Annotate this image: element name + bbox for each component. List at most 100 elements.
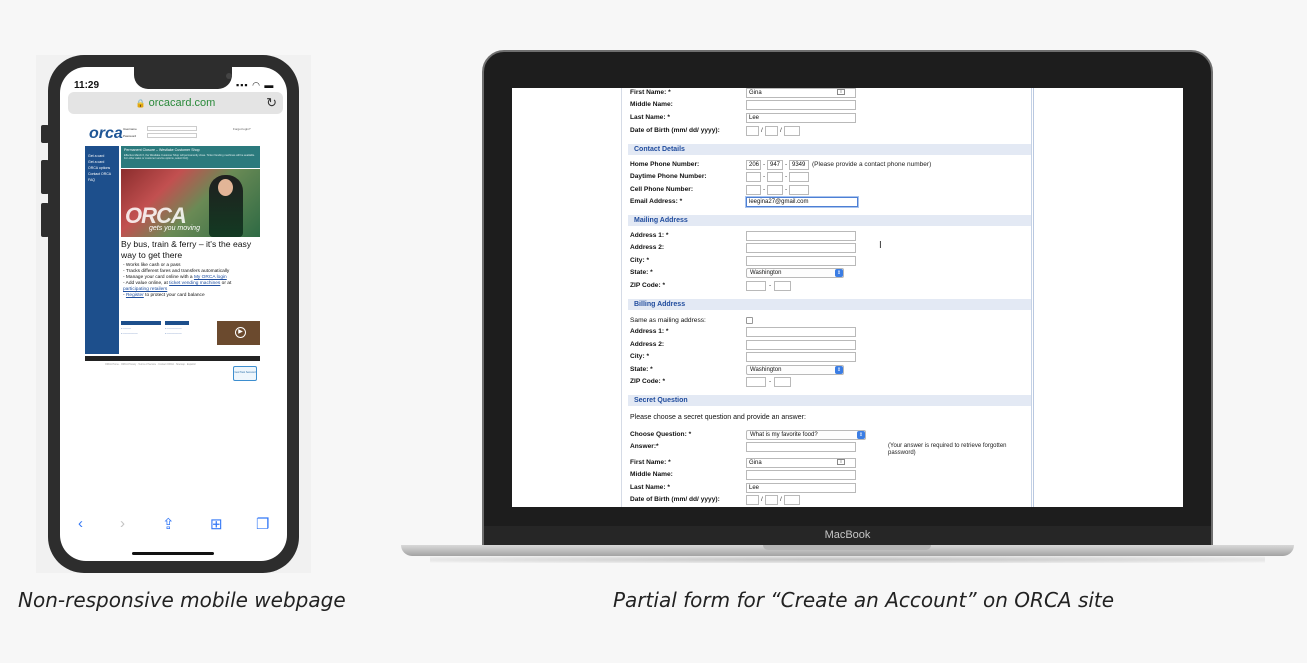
daytime-phone-area-input[interactable]	[746, 172, 761, 182]
form-row-first-name: First Name: * Gina ≡	[630, 88, 1030, 100]
contact-card-icon[interactable]: ≡	[837, 89, 845, 95]
my-orca-login-link[interactable]: My ORCA login	[194, 275, 227, 280]
bullet-text: - Manage your card online with a	[123, 275, 194, 280]
dob-year-input[interactable]	[784, 126, 800, 136]
site-nav-item[interactable]: ORCA options	[88, 166, 116, 170]
home-phone-note: (Please provide a contact phone number)	[812, 161, 932, 168]
bullet-text: or at	[220, 281, 232, 286]
laptop-shadow	[430, 556, 1265, 563]
tabs-icon[interactable]: ❐	[256, 515, 269, 533]
hero-tagline: gets you moving	[149, 225, 200, 232]
cell-phone-area-input[interactable]	[746, 185, 761, 195]
phone-separator: -	[785, 161, 788, 168]
username-input[interactable]	[147, 126, 197, 131]
site-tile[interactable]: ▪ ───────── ▪ ─────────	[165, 321, 205, 345]
dob-year-input-2[interactable]	[784, 495, 800, 505]
base-notch	[763, 545, 931, 550]
tile-header	[121, 321, 161, 325]
laptop-screen: First Name: * Gina ≡ Middle Name: Last N…	[512, 88, 1183, 507]
last-name-input[interactable]: Lee	[746, 113, 856, 123]
form-row-dob-2: Date of Birth (mm/ dd/ yyyy): / /	[630, 495, 1030, 507]
billing-address1-input[interactable]	[746, 327, 856, 337]
forgot-login-link[interactable]: Forgot login?	[233, 127, 251, 131]
contact-card-icon[interactable]: ≡	[837, 459, 845, 465]
email-input[interactable]: leegina27@gmail.com	[746, 197, 858, 207]
chevron-updown-icon: ⇕	[835, 269, 843, 277]
dob-day-input[interactable]	[765, 126, 778, 136]
secret-intro-text: Please choose a secret question and prov…	[630, 414, 806, 421]
city-label: City: *	[630, 353, 650, 360]
site-footer-bar	[85, 356, 260, 361]
create-account-form: First Name: * Gina ≡ Middle Name: Last N…	[621, 88, 1032, 507]
site-nav-item[interactable]: FAQ	[88, 178, 116, 182]
secret-question-select[interactable]: What is my favorite food? ⇕	[746, 430, 866, 440]
dob-day-input-2[interactable]	[765, 495, 778, 505]
play-icon[interactable]: ▶	[235, 327, 246, 338]
register-link[interactable]: Register	[126, 293, 144, 298]
home-phone-prefix-input[interactable]: 947	[767, 160, 783, 170]
form-row-choose-question: Choose Question: * What is my favorite f…	[630, 430, 1030, 442]
tile-line: ▪ ─────────	[121, 332, 138, 335]
billing-address2-input[interactable]	[746, 340, 856, 350]
bullet-text: - Add value online, at	[123, 281, 170, 286]
mailing-state-select[interactable]: Washington ⇕	[746, 268, 844, 278]
state-label: State: *	[630, 366, 653, 373]
daytime-phone-prefix-input[interactable]	[767, 172, 783, 182]
forward-icon[interactable]: ›	[120, 515, 125, 532]
site-nav-item[interactable]: Get a card	[88, 154, 116, 158]
mailing-address2-input[interactable]	[746, 243, 856, 253]
phone-separator: -	[763, 186, 766, 193]
site-tile[interactable]: ▪ ───── ▪ ─────────	[121, 321, 161, 345]
last-name-input-2[interactable]: Lee	[746, 483, 856, 493]
hero-face	[218, 179, 233, 196]
caption-right: Partial form for “Create an Account” on …	[613, 588, 1115, 612]
daytime-phone-line-input[interactable]	[789, 172, 809, 182]
status-signal-wifi-battery-icon: ▪▪▪ ◠ ▬	[236, 80, 275, 90]
mailing-city-input[interactable]	[746, 256, 856, 266]
middle-name-input[interactable]	[746, 100, 856, 110]
back-icon[interactable]: ‹	[78, 515, 83, 532]
bookmarks-icon[interactable]: ⊞	[210, 515, 223, 533]
address1-label: Address 1: *	[630, 328, 669, 335]
section-contact-details: Contact Details	[628, 144, 1031, 155]
ticket-vending-link[interactable]: ticket vending machines	[169, 281, 220, 286]
section-billing-address: Billing Address	[628, 299, 1031, 310]
billing-zip-input[interactable]	[746, 377, 766, 387]
first-name-label: First Name: *	[630, 459, 671, 466]
form-row-first-name-2: First Name: * Gina ≡	[630, 458, 1030, 470]
site-nav-item[interactable]: Get a card	[88, 160, 116, 164]
site-nav-item[interactable]: Contact ORCA	[88, 172, 116, 176]
cell-phone-line-input[interactable]	[789, 185, 809, 195]
middle-name-label: Middle Name:	[630, 471, 673, 478]
mailing-address1-input[interactable]	[746, 231, 856, 241]
middle-name-input-2[interactable]	[746, 470, 856, 480]
same-as-mailing-checkbox[interactable]	[746, 317, 753, 324]
password-input[interactable]	[147, 133, 197, 138]
home-phone-area-input[interactable]: 206	[746, 160, 761, 170]
billing-city-input[interactable]	[746, 352, 856, 362]
home-phone-label: Home Phone Number:	[630, 161, 700, 168]
laptop-base	[401, 545, 1294, 556]
bullet-text: - Works like cash or a pass	[123, 263, 181, 268]
cell-phone-prefix-input[interactable]	[767, 185, 783, 195]
reload-icon[interactable]: ↻	[266, 95, 277, 111]
answer-input[interactable]	[746, 442, 856, 452]
retailers-link[interactable]: participating retailers	[123, 287, 167, 292]
cell-phone-label: Cell Phone Number:	[630, 186, 694, 193]
home-phone-line-input[interactable]: 9349	[789, 160, 809, 170]
billing-state-select[interactable]: Washington ⇕	[746, 365, 844, 375]
site-sidebar: Get a card Get a card ORCA options Conta…	[85, 146, 119, 354]
dob-month-input-2[interactable]	[746, 495, 759, 505]
dob-month-input[interactable]	[746, 126, 759, 136]
mailing-zip-ext-input[interactable]	[774, 281, 791, 291]
form-row-billing-address1: Address 1: *	[630, 327, 1030, 339]
address-bar[interactable]: 🔒 orcacard.com ↻	[68, 92, 283, 114]
share-icon[interactable]: ⇪	[162, 515, 175, 533]
orca-logo[interactable]: orca	[89, 125, 123, 143]
billing-zip-ext-input[interactable]	[774, 377, 791, 387]
mailing-zip-input[interactable]	[746, 281, 766, 291]
dob-label: Date of Birth (mm/ dd/ yyyy):	[630, 496, 720, 503]
video-thumbnail[interactable]: ▶	[217, 321, 260, 345]
orca-mobile-site: orca Username Password Forgot login? Get…	[85, 121, 260, 421]
laptop-chin: MacBook	[484, 526, 1211, 545]
